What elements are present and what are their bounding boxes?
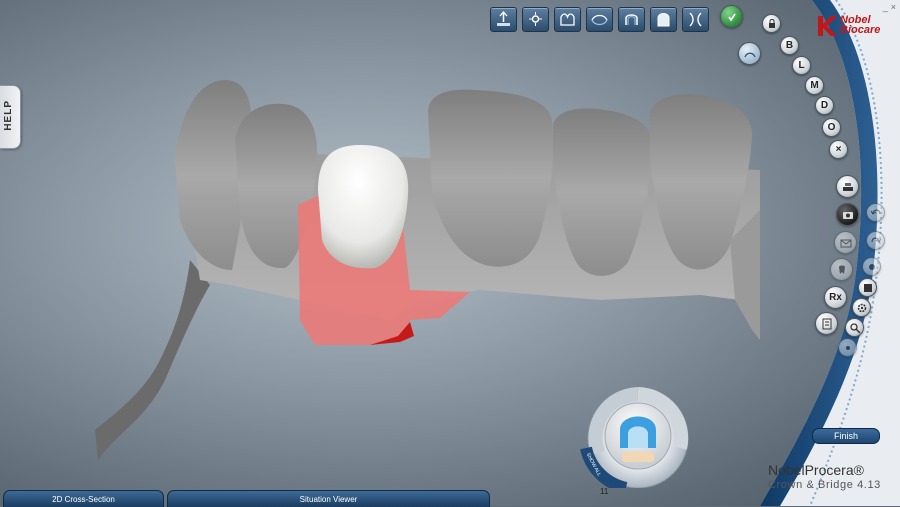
extra-button[interactable] xyxy=(838,338,857,357)
close-button[interactable]: × xyxy=(891,2,896,12)
orientation-button[interactable] xyxy=(522,7,549,32)
gap-button[interactable] xyxy=(682,7,709,32)
camera-icon xyxy=(842,211,853,219)
help-tab[interactable]: HELP xyxy=(0,85,21,149)
tools-button[interactable] xyxy=(858,278,877,297)
step-d-label: D xyxy=(820,100,829,111)
document-icon xyxy=(822,318,831,329)
lock-button[interactable] xyxy=(762,14,781,33)
view-option-button[interactable] xyxy=(862,257,881,276)
lock-icon xyxy=(768,18,775,28)
3d-viewport[interactable] xyxy=(0,0,900,506)
camera-button[interactable] xyxy=(836,203,859,226)
step-l-label: L xyxy=(798,60,805,71)
step-o-button[interactable]: O xyxy=(822,118,841,137)
product-brand: NobelProcera® Crown & Bridge 4.13 xyxy=(768,462,881,492)
step-o-label: O xyxy=(827,122,836,133)
tooth-library-button[interactable] xyxy=(830,258,853,281)
finish-button[interactable]: Finish xyxy=(812,428,880,444)
window-controls: _ × xyxy=(883,2,896,12)
logo-wordmark: Nobel Biocare xyxy=(840,15,881,36)
coping-view-icon xyxy=(625,14,638,25)
undo-icon xyxy=(870,208,881,215)
coping-view-button[interactable] xyxy=(618,7,645,32)
redo-button[interactable] xyxy=(866,231,885,250)
logo-line2: Biocare xyxy=(840,24,881,36)
soft-tissue-flap xyxy=(95,260,210,460)
margin-line-button[interactable] xyxy=(554,7,581,32)
nobel-biocare-logo: Nobel Biocare xyxy=(815,12,895,42)
prescription-button[interactable]: Rx xyxy=(824,286,847,309)
minimize-button[interactable]: _ xyxy=(883,2,888,12)
step-m-label: M xyxy=(810,80,819,91)
step-x-button[interactable]: × xyxy=(829,140,848,159)
tooth-icon xyxy=(838,265,845,274)
insertion-axis-icon xyxy=(497,11,510,26)
orientation-icon xyxy=(529,12,542,26)
gap-icon xyxy=(689,12,702,27)
step-b-button[interactable]: B xyxy=(780,36,799,55)
gear-icon xyxy=(857,303,866,312)
help-label: HELP xyxy=(3,100,14,131)
magnifier-icon xyxy=(849,322,861,334)
scanner-icon xyxy=(842,182,853,191)
step-l-button[interactable]: L xyxy=(792,56,811,75)
print-button[interactable] xyxy=(815,312,838,335)
nobel-k-logo-icon xyxy=(818,16,837,36)
rx-label: Rx xyxy=(829,292,842,303)
step-m-button[interactable]: M xyxy=(805,76,824,95)
settings-button[interactable] xyxy=(852,298,871,317)
tools-icon xyxy=(863,283,872,292)
preparation-step-button[interactable] xyxy=(720,5,743,28)
full-anatomic-icon xyxy=(657,13,670,27)
margin-step-button[interactable] xyxy=(738,42,761,65)
step-x-label: × xyxy=(835,144,842,155)
crown-overlay-icon xyxy=(628,426,648,448)
scan-button[interactable] xyxy=(836,175,859,198)
product-name: NobelProcera® xyxy=(768,462,864,478)
full-anatomic-button[interactable] xyxy=(650,7,677,32)
tooth-check-icon xyxy=(727,13,736,21)
view-option-icon xyxy=(868,263,875,270)
message-button[interactable] xyxy=(834,231,857,254)
insertion-axis-button[interactable] xyxy=(490,7,517,32)
dot-icon xyxy=(845,345,850,350)
undo-button[interactable] xyxy=(866,203,885,222)
product-version: Crown & Bridge 4.13 xyxy=(768,479,881,491)
view-toolbar xyxy=(490,7,709,32)
step-d-button[interactable]: D xyxy=(815,96,834,115)
cross-section-tab[interactable]: 2D Cross-Section xyxy=(3,490,164,507)
tooth-number: 11 xyxy=(600,487,609,496)
step-b-label: B xyxy=(785,40,794,51)
envelope-icon xyxy=(840,239,851,247)
zoom-button[interactable] xyxy=(845,318,864,337)
margin-step-icon xyxy=(743,52,756,57)
situation-viewer-tab[interactable]: Situation Viewer xyxy=(167,490,490,507)
margin-line-icon xyxy=(560,13,575,26)
cross-section-icon xyxy=(591,14,608,26)
cross-section-button[interactable] xyxy=(586,7,613,32)
redo-icon xyxy=(870,236,881,243)
designed-crown xyxy=(318,145,409,269)
